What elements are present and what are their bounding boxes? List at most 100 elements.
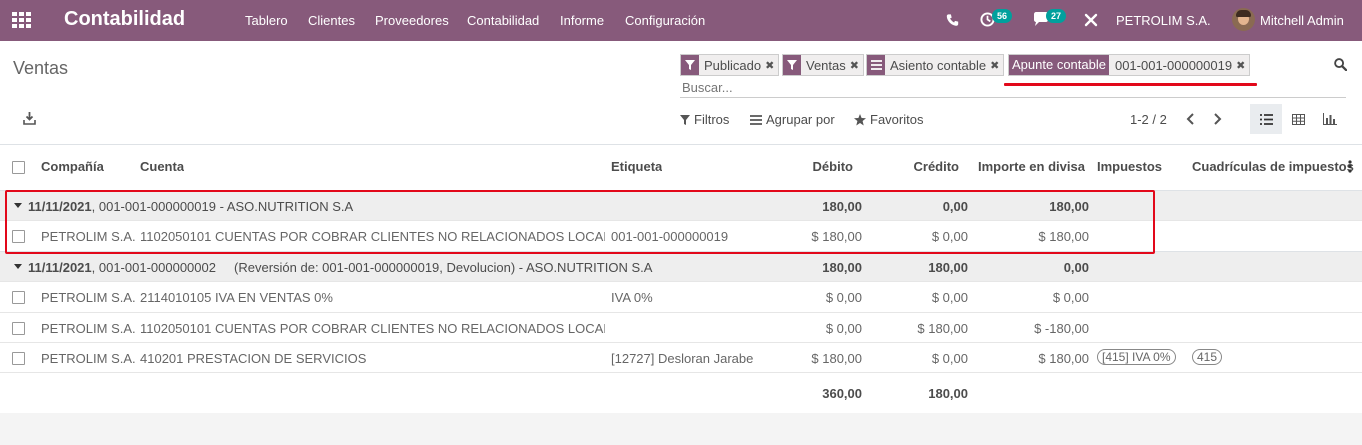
cell-debit: $ 180,00 <box>811 229 862 244</box>
groupby-button[interactable]: Agrupar por <box>750 112 835 127</box>
cell-label: 001-001-000000019 <box>611 229 729 244</box>
page-bottom <box>0 413 1362 445</box>
cell-credit: $ 0,00 <box>931 229 968 244</box>
cell-credit: $ 180,00 <box>917 321 968 336</box>
page-title: Ventas <box>13 58 69 78</box>
cell-tax-grids: 415 <box>1192 349 1223 365</box>
messages-badge: 27 <box>1046 9 1066 23</box>
list-view-icon <box>1259 113 1273 125</box>
star-icon <box>854 113 866 125</box>
bar-chart-icon <box>1323 113 1337 125</box>
top-navbar: Contabilidad Tablero Clientes Proveedore… <box>0 0 1362 41</box>
facet-value: 001-001-000000019 <box>1114 57 1233 73</box>
group-debit: 180,00 <box>822 199 862 214</box>
graph-view-button[interactable] <box>1314 104 1346 134</box>
remove-facet-icon[interactable]: ✖ <box>850 59 863 72</box>
menu-proveedores[interactable]: Proveedores <box>375 13 449 28</box>
search-icon[interactable] <box>1334 58 1347 71</box>
col-tax-grids[interactable]: Cuadrículas de impuestos <box>1192 159 1354 174</box>
filter-icon <box>783 55 801 75</box>
user-avatar[interactable] <box>1232 8 1255 31</box>
group-debit: 180,00 <box>822 260 862 275</box>
cell-account: 1102050101 CUENTAS POR COBRAR CLIENTES N… <box>140 229 605 244</box>
col-debit[interactable]: Débito <box>760 159 853 174</box>
filter-icon <box>680 114 690 125</box>
menu-tablero[interactable]: Tablero <box>245 13 288 28</box>
group-row[interactable]: 11/11/2021, 001-001-000000002 (Reversión… <box>0 251 1362 281</box>
facet-ventas[interactable]: Ventas ✖ <box>782 54 864 76</box>
search-input[interactable] <box>682 80 1342 95</box>
list-view-button[interactable] <box>1250 104 1282 134</box>
group-credit: 0,00 <box>942 199 968 214</box>
cell-amount-currency: $ 180,00 <box>1038 229 1089 244</box>
remove-facet-icon[interactable]: ✖ <box>990 59 1003 72</box>
group-row[interactable]: 11/11/2021, 001-001-000000019 - ASO.NUTR… <box>0 190 1362 220</box>
facet-apunte-contable[interactable]: Apunte contable 001-001-000000019 ✖ <box>1008 54 1251 76</box>
app-brand[interactable]: Contabilidad <box>64 8 185 31</box>
facet-publicado[interactable]: Publicado ✖ <box>680 54 780 76</box>
facet-asiento-contable[interactable]: Asiento contable ✖ <box>866 54 1005 76</box>
menu-contabilidad[interactable]: Contabilidad <box>467 13 539 28</box>
group-title: 11/11/2021, 001-001-000000019 - ASO.NUTR… <box>28 199 354 214</box>
cell-amount-currency: $ 0,00 <box>1052 290 1089 305</box>
total-debit: 360,00 <box>822 386 862 401</box>
chevron-right-icon[interactable] <box>1213 113 1222 125</box>
select-all-checkbox[interactable] <box>12 161 25 174</box>
pivot-view-button[interactable] <box>1282 104 1314 134</box>
row-checkbox[interactable] <box>12 291 25 304</box>
cell-company: PETROLIM S.A. <box>41 321 136 336</box>
menu-informe[interactable]: Informe <box>560 13 604 28</box>
group-title: 11/11/2021, 001-001-000000002 (Reversión… <box>28 260 653 275</box>
col-label[interactable]: Etiqueta <box>611 159 662 174</box>
apps-menu-icon[interactable] <box>12 12 32 29</box>
remove-facet-icon[interactable]: ✖ <box>765 59 778 72</box>
cell-debit: $ 180,00 <box>811 351 862 366</box>
col-amount-currency[interactable]: Importe en divisa <box>978 159 1085 174</box>
cell-label: [12727] Desloran Jarabe <box>611 351 754 366</box>
cell-debit: $ 0,00 <box>825 290 862 305</box>
search-underline <box>680 97 1346 98</box>
phone-icon[interactable] <box>946 13 959 27</box>
cell-account: 2114010105 IVA EN VENTAS 0% <box>140 290 333 305</box>
totals-row: 360,00 180,00 <box>0 374 1362 413</box>
chevron-left-icon[interactable] <box>1186 113 1195 125</box>
table-grid-icon <box>1291 113 1305 125</box>
col-credit[interactable]: Crédito <box>866 159 960 174</box>
facet-value: Publicado <box>704 57 762 73</box>
cell-label: IVA 0% <box>611 290 653 305</box>
row-checkbox[interactable] <box>12 230 25 243</box>
row-checkbox[interactable] <box>12 352 25 365</box>
group-amount-currency: 0,00 <box>1063 260 1089 275</box>
table-row[interactable]: PETROLIM S.A. 1102050101 CUENTAS POR COB… <box>0 220 1362 251</box>
table-row[interactable]: PETROLIM S.A. 1102050101 CUENTAS POR COB… <box>0 312 1362 342</box>
table-row[interactable]: PETROLIM S.A. 2114010105 IVA EN VENTAS 0… <box>0 281 1362 312</box>
remove-facet-icon[interactable]: ✖ <box>1236 59 1249 72</box>
user-menu[interactable]: Mitchell Admin <box>1260 13 1344 28</box>
company-switcher[interactable]: PETROLIM S.A. <box>1116 13 1211 28</box>
optional-columns-icon[interactable] <box>1348 160 1352 173</box>
activity-badge: 56 <box>992 9 1012 23</box>
col-company[interactable]: Compañía <box>41 159 104 174</box>
table-row[interactable]: PETROLIM S.A. 410201 PRESTACION DE SERVI… <box>0 342 1362 373</box>
download-icon[interactable] <box>23 112 36 125</box>
cell-debit: $ 0,00 <box>825 321 862 336</box>
facet-value: Asiento contable <box>890 57 987 73</box>
row-checkbox[interactable] <box>12 322 25 335</box>
cell-credit: $ 0,00 <box>931 351 968 366</box>
menu-clientes[interactable]: Clientes <box>308 13 355 28</box>
facet-field-label: Apunte contable <box>1009 55 1109 75</box>
groupby-label: Agrupar por <box>766 112 835 127</box>
cell-company: PETROLIM S.A. <box>41 229 136 244</box>
col-account[interactable]: Cuenta <box>140 159 184 174</box>
caret-down-icon <box>14 264 22 269</box>
cell-account: 1102050101 CUENTAS POR COBRAR CLIENTES N… <box>140 321 605 336</box>
menu-configuracion[interactable]: Configuración <box>625 13 705 28</box>
favorites-button[interactable]: Favoritos <box>854 112 923 127</box>
col-taxes[interactable]: Impuestos <box>1097 159 1162 174</box>
debug-tools-icon[interactable] <box>1084 13 1098 27</box>
control-panel: Ventas Publicado ✖ Ventas ✖ Asiento cont… <box>0 41 1362 145</box>
cell-company: PETROLIM S.A. <box>41 351 136 366</box>
filters-button[interactable]: Filtros <box>680 112 729 127</box>
pager-value[interactable]: 1-2 / 2 <box>1130 112 1167 127</box>
cell-account: 410201 PRESTACION DE SERVICIOS <box>140 351 367 366</box>
